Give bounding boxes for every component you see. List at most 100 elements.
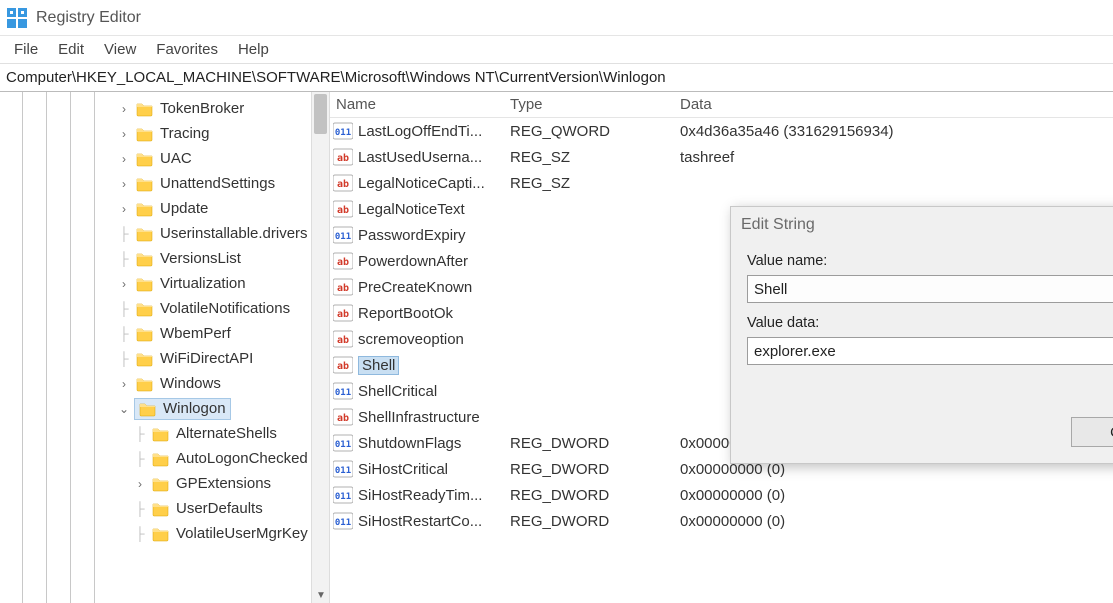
reg-string-icon [332,173,354,193]
folder-icon [139,400,157,418]
chevron-right-icon[interactable]: › [132,477,148,491]
folder-icon [136,225,154,243]
chevron-right-icon[interactable]: › [116,127,132,141]
tree-item-label: VersionsList [160,250,241,267]
reg-binary-icon [332,511,354,531]
tree-gutter [0,92,110,603]
chevron-right-icon[interactable]: › [116,202,132,216]
list-row[interactable]: LegalNoticeCapti...REG_SZ [330,170,1113,196]
list-row[interactable]: LastUsedUserna...REG_SZtashreef [330,144,1113,170]
menu-help[interactable]: Help [230,39,277,60]
address-text: Computer\HKEY_LOCAL_MACHINE\SOFTWARE\Mic… [6,69,666,86]
tree-item[interactable]: ├UserDefaults [110,496,329,521]
values-list[interactable]: Name Type Data LastLogOffEndTi...REG_QWO… [330,92,1113,603]
folder-icon [136,200,154,218]
reg-string-icon [332,355,354,375]
list-row[interactable]: SiHostReadyTim...REG_DWORD0x00000000 (0) [330,482,1113,508]
address-bar[interactable]: Computer\HKEY_LOCAL_MACHINE\SOFTWARE\Mic… [0,64,1113,92]
reg-binary-icon [332,459,354,479]
tree-item[interactable]: ›TokenBroker [110,96,329,121]
list-row[interactable]: SiHostRestartCo...REG_DWORD0x00000000 (0… [330,508,1113,534]
folder-icon [136,325,154,343]
menu-favorites[interactable]: Favorites [148,39,226,60]
tree-item[interactable]: ├ VersionsList [110,246,329,271]
reg-string-icon [332,199,354,219]
tree-item[interactable]: ›Update [110,196,329,221]
folder-icon [152,450,170,468]
dialog-title-bar[interactable]: Edit String ✕ [731,207,1113,243]
value-name: ReportBootOk [358,305,453,322]
reg-string-icon [332,147,354,167]
tree-item[interactable]: ›Virtualization [110,271,329,296]
folder-icon [152,475,170,493]
chevron-right-icon[interactable]: › [116,152,132,166]
scroll-down-icon[interactable]: ▼ [316,590,326,601]
tree-item[interactable]: ›UnattendSettings [110,171,329,196]
value-type: REG_DWORD [510,435,680,452]
app-title: Registry Editor [36,9,141,27]
value-data-input[interactable] [747,337,1113,365]
tree-item[interactable]: ⌄Winlogon [110,396,329,421]
edit-string-dialog: Edit String ✕ Value name: Value data: OK… [730,206,1113,464]
col-header-type[interactable]: Type [510,96,680,113]
tree-item[interactable]: ›GPExtensions [110,471,329,496]
tree-connector-icon: ├ [132,451,148,466]
folder-icon [136,300,154,318]
scroll-thumb[interactable] [314,94,327,134]
chevron-right-icon[interactable]: › [116,102,132,116]
app-icon [6,7,28,29]
value-data: 0x00000000 (0) [680,487,1113,504]
list-row[interactable]: LastLogOffEndTi...REG_QWORD0x4d36a35a46 … [330,118,1113,144]
folder-icon [136,175,154,193]
tree-item[interactable]: ›Tracing [110,121,329,146]
value-type: REG_DWORD [510,513,680,530]
col-header-data[interactable]: Data [680,96,1113,113]
tree-connector-icon: ├ [132,426,148,441]
reg-string-icon [332,277,354,297]
value-data: tashreef [680,149,1113,166]
reg-string-icon [332,303,354,323]
reg-binary-icon [332,381,354,401]
value-name-input[interactable] [747,275,1113,303]
menu-view[interactable]: View [96,39,144,60]
folder-icon [136,350,154,368]
tree-item[interactable]: ├AlternateShells [110,421,329,446]
tree-item-label: UserDefaults [176,500,263,517]
value-name: PowerdownAfter [358,253,468,270]
value-name-label: Value name: [747,253,1113,269]
tree-item-label: UAC [160,150,192,167]
reg-string-icon [332,407,354,427]
tree-item[interactable]: › UAC [110,146,329,171]
value-name: LegalNoticeCapti... [358,175,485,192]
dialog-title: Edit String [741,216,815,234]
folder-icon [136,275,154,293]
title-bar: Registry Editor [0,0,1113,36]
value-name: LastLogOffEndTi... [358,123,482,140]
value-data: 0x00000000 (0) [680,513,1113,530]
ok-button[interactable]: OK [1071,417,1113,447]
tree-connector-icon: ├ [116,326,132,341]
tree-item[interactable]: ├WiFiDirectAPI [110,346,329,371]
tree-item[interactable]: ├VolatileUserMgrKey [110,521,329,546]
tree-connector-icon: ├ [116,251,132,266]
value-data-label: Value data: [747,315,1113,331]
tree-item[interactable]: ├Userinstallable.drivers [110,221,329,246]
tree-item[interactable]: ›Windows [110,371,329,396]
tree-item[interactable]: ├VolatileNotifications [110,296,329,321]
menu-file[interactable]: File [6,39,46,60]
tree-scrollbar[interactable]: ▲ ▼ [311,92,329,603]
chevron-down-icon[interactable]: ⌄ [116,402,132,416]
col-header-name[interactable]: Name [330,96,510,113]
value-data: 0x4d36a35a46 (331629156934) [680,123,1113,140]
tree-item[interactable]: ├AutoLogonChecked [110,446,329,471]
chevron-right-icon[interactable]: › [116,377,132,391]
tree[interactable]: ›TokenBroker›Tracing›UAC›UnattendSetting… [110,92,329,603]
chevron-right-icon[interactable]: › [116,277,132,291]
value-name: ShellCritical [358,383,437,400]
list-header[interactable]: Name Type Data [330,92,1113,118]
chevron-right-icon[interactable]: › [116,177,132,191]
tree-item[interactable]: ├WbemPerf [110,321,329,346]
menu-edit[interactable]: Edit [50,39,92,60]
reg-binary-icon [332,433,354,453]
folder-icon [136,150,154,168]
